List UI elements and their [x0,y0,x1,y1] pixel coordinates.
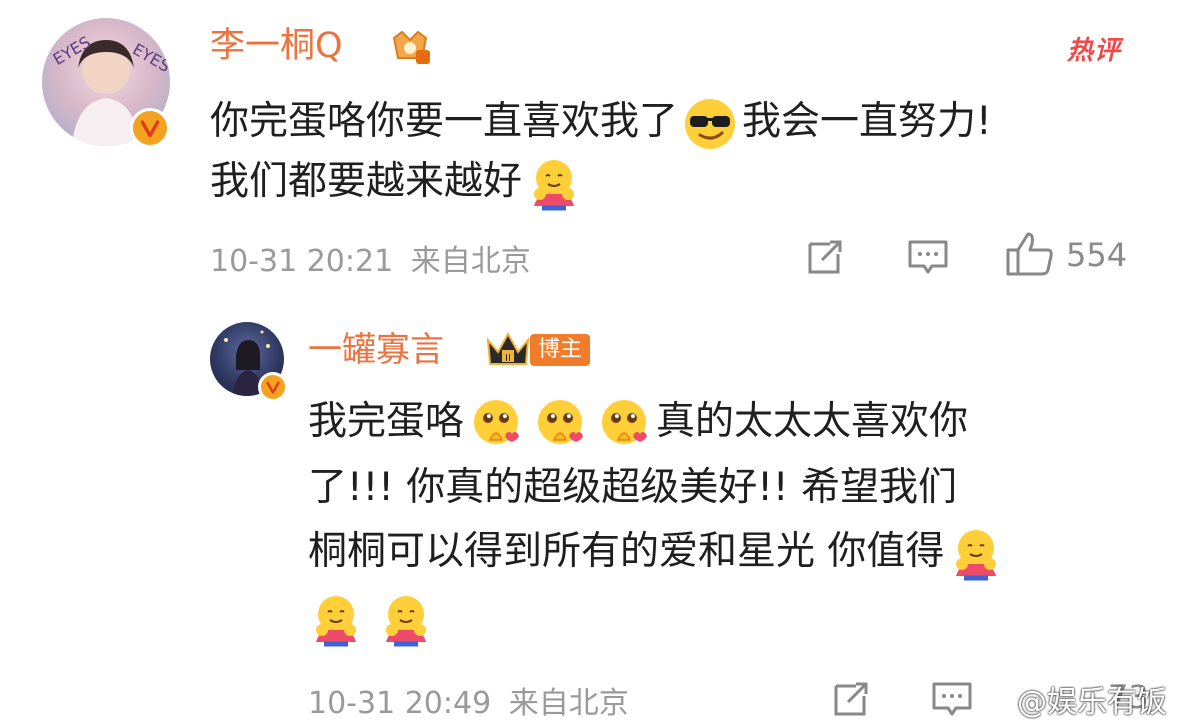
username[interactable]: 李一桐Q [210,24,343,68]
hug-emoji-icon [526,156,582,212]
reply-text: 我完蛋咯 真的太太太喜欢你 [308,392,968,452]
comment-meta: 10-31 20:21 来自北京 [210,236,531,280]
hug-emoji-icon [948,526,1004,582]
reply-text [308,588,438,648]
svg-text:II: II [505,353,511,364]
share-icon[interactable] [804,236,846,278]
sunglasses-emoji-icon [682,96,738,152]
reply-text-segment: 真的太太太喜欢你 [656,399,969,444]
fan-level-icon [386,28,434,68]
verified-badge-icon [130,108,170,148]
comment-text: 我们都要越来越好 [210,152,586,212]
like-icon[interactable] [1004,230,1056,278]
comment-text: 你完蛋咯你要一直喜欢我了 我会一直努力! [210,92,992,152]
reply-icon[interactable] [930,678,974,720]
reply-text: 桐桐可以得到所有的爱和星光 你值得 [308,522,1008,582]
timestamp: 10-31 20:21 [210,244,394,279]
like-count: 554 [1066,236,1128,274]
hug-emoji-icon [378,592,434,648]
location: 来自北京 [410,244,531,279]
reply-meta: 10-31 20:49 来自北京 [308,678,629,722]
verified-badge-icon [258,372,288,402]
timestamp: 10-31 20:49 [308,686,492,721]
location: 来自北京 [508,686,629,721]
blogger-tag: 博主 [530,334,591,366]
hug-emoji-icon [308,592,364,648]
pray-emoji-icon [596,396,652,452]
username[interactable]: 一罐寡言 [308,328,444,372]
share-icon[interactable] [830,678,872,720]
watermark: @娱乐有饭 [1017,685,1167,720]
reply-text: 了!!! 你真的超级超级美好!! 希望我们 [308,458,957,518]
reply-text-segment: 了!!! 你真的超级超级美好!! 希望我们 [308,465,957,510]
pray-emoji-icon [468,396,524,452]
reply-icon[interactable] [906,236,950,278]
comment-text-segment: 我会一直努力! [742,99,992,144]
svg-text:EYES: EYES [129,39,170,76]
comment-text-segment: 我们都要越来越好 [210,159,523,204]
comment-text-segment: 你完蛋咯你要一直喜欢我了 [210,99,679,144]
hot-comment-label: 热评 [1066,36,1121,66]
reply-text-segment: 我完蛋咯 [308,399,465,444]
pray-emoji-icon [532,396,588,452]
reply-text-segment: 桐桐可以得到所有的爱和星光 你值得 [308,529,945,574]
